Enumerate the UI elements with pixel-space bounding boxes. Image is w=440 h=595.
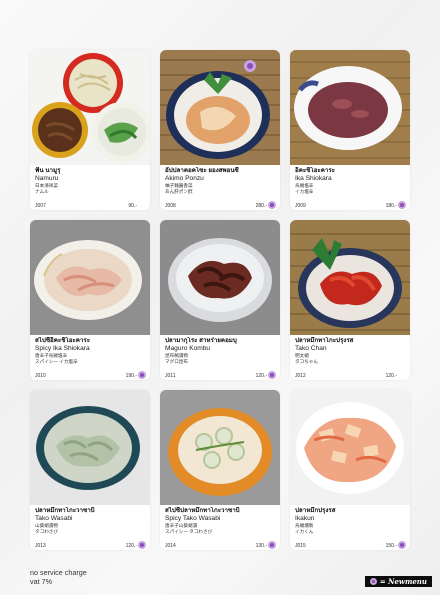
item-price: 120.- <box>125 543 137 549</box>
spicy-ika-shiokara-photo <box>30 220 150 335</box>
new-menu-marker-icon <box>138 541 146 549</box>
item-japanese-kana: イカ塩辛 <box>295 189 314 194</box>
spicy-ika-shiokara-info: สไปซี่อิคะชิโอะคาระ Spicy Ika Shiokara 唐… <box>30 337 150 379</box>
menu-card-ika-shiokara[interactable]: อิคะชิโอะคาระ Ika Shiokara 烏賊塩辛 イカ塩辛 J00… <box>290 50 410 210</box>
new-menu-legend: = Newmenu <box>364 576 432 587</box>
ikakun-photo <box>290 390 410 505</box>
menu-card-maguro-kombu[interactable]: ปลามากุโระ สาหร่ายคอมบุ Maguro Kombu 昆布鮪… <box>160 220 280 380</box>
item-price: 150.- <box>385 543 397 549</box>
item-thai-name: ปลาหมึกทาโกะปรุงรส <box>295 337 354 344</box>
item-thai-name: ฟัน นามูรุ <box>35 167 61 174</box>
new-menu-marker-icon <box>369 578 377 585</box>
ika-shiokara-photo <box>290 50 410 165</box>
item-code: J015 <box>295 543 306 549</box>
item-price: 120.- <box>385 373 397 379</box>
item-thai-name: สไปซี่ปลาหมึกทาโกะวาซาบิ <box>165 507 240 514</box>
item-thai-name: ปลาหมึกทาโกะวาซาบิ <box>35 507 95 514</box>
menu-card-spicy-tako-wasabi[interactable]: สไปซี่ปลาหมึกทาโกะวาซาบิ Spicy Tako Wasa… <box>160 390 280 550</box>
item-thai-name: สไปซี่อิคะชิโอะคาระ <box>35 337 91 344</box>
item-name: Tako Wasabi <box>35 515 73 522</box>
maguro-kombu-photo <box>160 220 280 335</box>
item-thai-name: ปลาหมึกปรุงรส <box>295 507 336 514</box>
item-name: Ikakun <box>295 515 315 522</box>
new-menu-marker-icon <box>268 541 276 549</box>
item-thai-name: ปลามากุโระ สาหร่ายคอมบุ <box>165 337 237 344</box>
namuru-photo <box>30 50 150 165</box>
item-code: J007 <box>35 203 46 209</box>
akimo-ponzu-photo <box>160 50 280 165</box>
item-price: 90.- <box>128 203 137 209</box>
tako-chan-info: ปลาหมึกทาโกะปรุงรส Tako Chan 明太蛸 タコちゃん J… <box>290 337 410 379</box>
item-name: Spicy Tako Wasabi <box>165 515 221 522</box>
new-menu-marker-icon <box>398 201 406 209</box>
namuru-info: ฟัน นามูรุ Namuru 日本清祥菜 ナムル J007 90.- <box>30 167 150 209</box>
menu-card-tako-chan[interactable]: ปลาหมึกทาโกะปรุงรส Tako Chan 明太蛸 タコちゃん J… <box>290 220 410 380</box>
spicy-tako-wasabi-photo <box>160 390 280 505</box>
menu-grid: ฟัน นามูรุ Namuru 日本清祥菜 ナムル J007 90.- อั… <box>30 50 410 550</box>
spicy-tako-wasabi-info: สไปซี่ปลาหมึกทาโกะวาซาบิ Spicy Tako Wasa… <box>160 507 280 549</box>
menu-card-namuru[interactable]: ฟัน นามูรุ Namuru 日本清祥菜 ナムル J007 90.- <box>30 50 150 210</box>
tako-wasabi-info: ปลาหมึกทาโกะวาซาบิ Tako Wasabi 山葵蛸漬物 タコわ… <box>30 507 150 549</box>
item-japanese-kana: イカくん <box>295 529 314 534</box>
item-thai-name: อิคะชิโอะคาระ <box>295 167 336 174</box>
menu-card-spicy-ika-shiokara[interactable]: สไปซี่อิคะชิโอะคาระ Spicy Ika Shiokara 唐… <box>30 220 150 380</box>
item-price: 280.- <box>255 203 267 209</box>
menu-card-ikakun[interactable]: ปลาหมึกปรุงรส Ikakun 烏賊燻製 イカくん J015 150.… <box>290 390 410 550</box>
akimo-ponzu-info: อัปปลาคอคโซะ ยองสพอนซี Akimo Ponzu 柚子麺醤香… <box>160 167 280 209</box>
item-code: J012 <box>295 373 306 379</box>
item-japanese-kana: あん肝ポン酢 <box>165 189 193 194</box>
item-code: J008 <box>165 203 176 209</box>
item-japanese-kana: スパイシー タコわさび <box>165 529 213 534</box>
ikakun-info: ปลาหมึกปรุงรส Ikakun 烏賊燻製 イカくん J015 150.… <box>290 507 410 549</box>
item-japanese-kana: マグロ昆布 <box>165 359 188 364</box>
item-code: J014 <box>165 543 176 549</box>
ika-shiokara-info: อิคะชิโอะคาระ Ika Shiokara 烏賊塩辛 イカ塩辛 J00… <box>290 167 410 209</box>
item-japanese-kana: ナムル <box>35 189 49 194</box>
new-menu-marker-icon <box>138 371 146 379</box>
item-code: J010 <box>35 373 46 379</box>
item-price: 130.- <box>255 543 267 549</box>
new-menu-legend-label: = Newmenu <box>379 577 427 586</box>
item-name: Namuru <box>35 175 59 182</box>
item-price: 190.- <box>125 373 137 379</box>
item-code: J011 <box>165 373 176 379</box>
item-thai-name: อัปปลาคอคโซะ ยองสพอนซี <box>165 167 239 174</box>
menu-card-tako-wasabi[interactable]: ปลาหมึกทาโกะวาซาบิ Tako Wasabi 山葵蛸漬物 タコわ… <box>30 390 150 550</box>
new-menu-marker-icon <box>268 371 276 379</box>
item-price: 180.- <box>385 203 397 209</box>
item-name: Tako Chan <box>295 345 327 352</box>
item-name: Ika Shiokara <box>295 175 332 182</box>
item-code: J013 <box>35 543 46 549</box>
new-menu-marker-icon <box>268 201 276 209</box>
item-name: Akimo Ponzu <box>165 175 204 182</box>
item-japanese-kana: タコわさび <box>35 529 58 534</box>
item-japanese-kana: タコちゃん <box>295 359 318 364</box>
tako-chan-photo <box>290 220 410 335</box>
maguro-kombu-info: ปลามากุโระ สาหร่ายคอมบุ Maguro Kombu 昆布鮪… <box>160 337 280 379</box>
item-name: Maguro Kombu <box>165 345 211 352</box>
menu-card-akimo-ponzu[interactable]: อัปปลาคอคโซะ ยองสพอนซี Akimo Ponzu 柚子麺醤香… <box>160 50 280 210</box>
item-japanese-kana: スパイシー イカ塩辛 <box>35 359 78 364</box>
new-menu-marker-icon <box>398 541 406 549</box>
footer-note: no service charge vat 7% <box>30 568 87 586</box>
item-price: 120.- <box>255 373 267 379</box>
item-code: J009 <box>295 203 306 209</box>
tako-wasabi-photo <box>30 390 150 505</box>
item-name: Spicy Ika Shiokara <box>35 345 90 352</box>
vat-text: vat 7% <box>30 576 52 586</box>
